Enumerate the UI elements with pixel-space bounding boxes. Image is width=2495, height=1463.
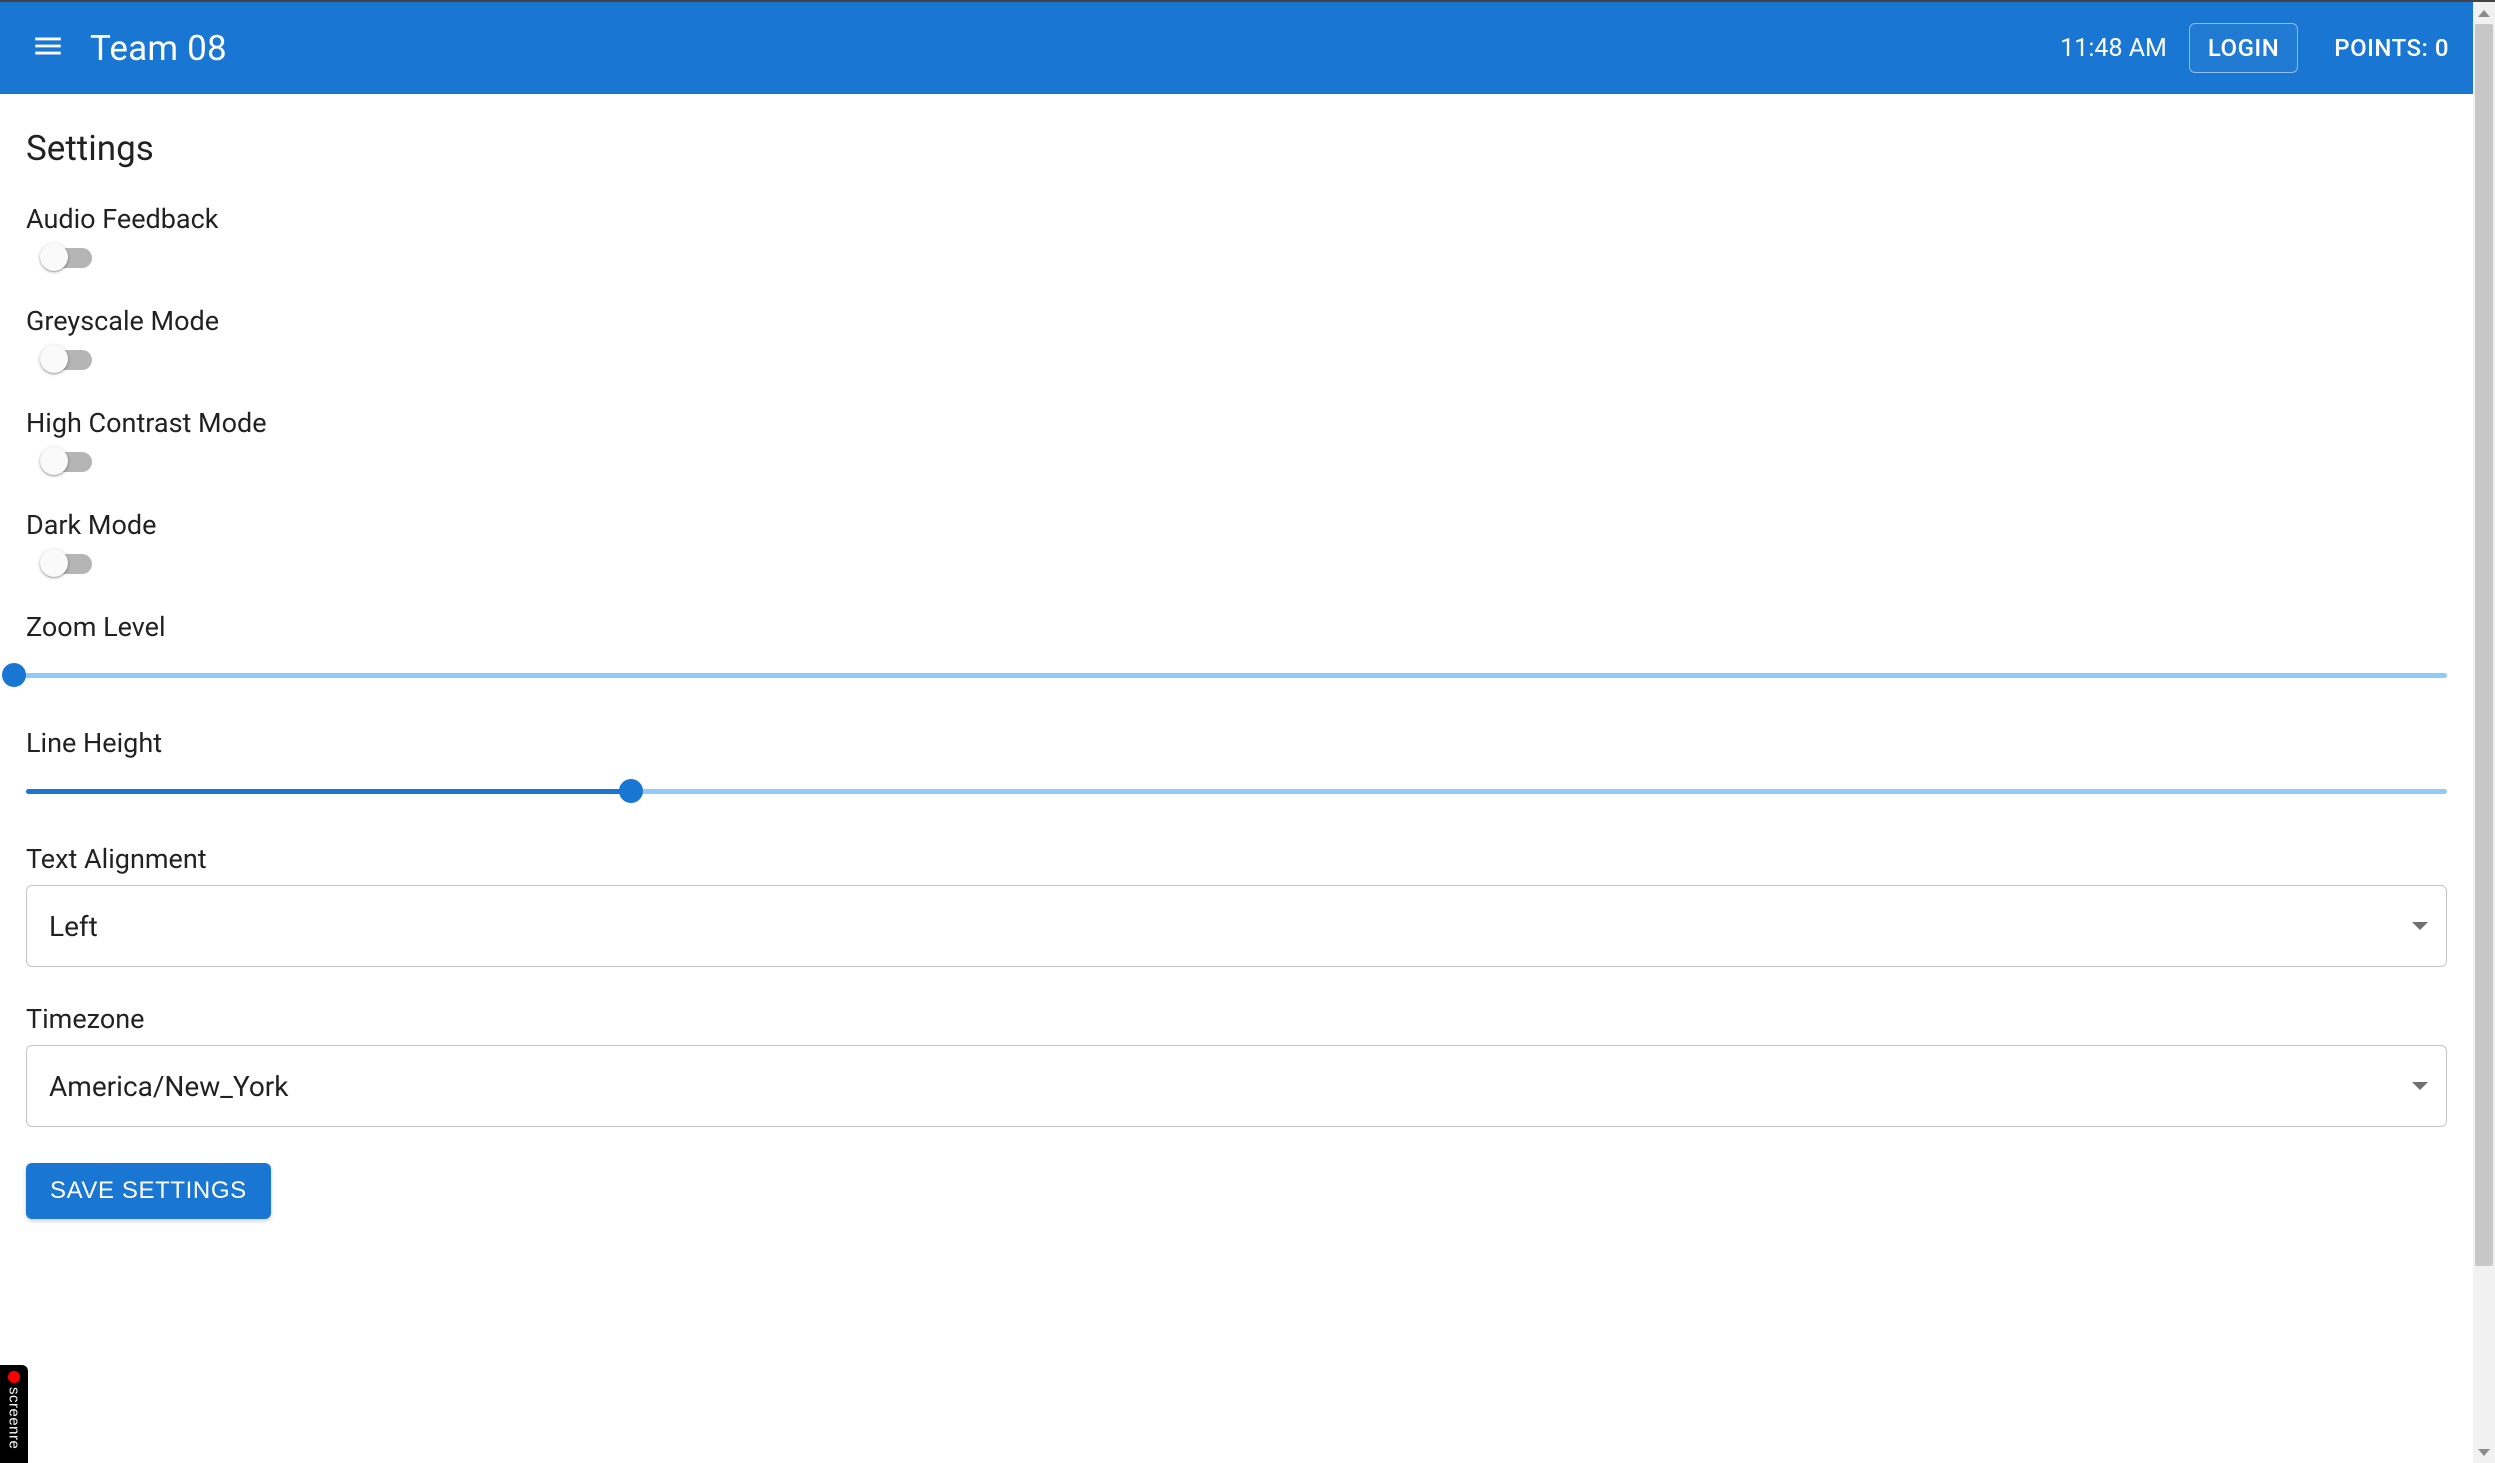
select-value: America/New_York (49, 1070, 288, 1103)
line-height-slider[interactable] (26, 777, 2447, 807)
menu-button[interactable] (24, 24, 72, 72)
record-icon (8, 1371, 20, 1383)
setting-text-alignment: Text Alignment Left (26, 843, 2447, 967)
setting-label: Zoom Level (26, 611, 2447, 643)
setting-dark-mode: Dark Mode (26, 509, 2447, 575)
scroll-down-button[interactable] (2473, 1441, 2495, 1463)
slider-thumb[interactable] (619, 779, 643, 803)
high-contrast-mode-switch[interactable] (40, 449, 98, 473)
setting-audio-feedback: Audio Feedback (26, 203, 2447, 269)
setting-high-contrast-mode: High Contrast Mode (26, 407, 2447, 473)
setting-label: High Contrast Mode (26, 407, 2447, 439)
settings-content: Settings Audio Feedback Greyscale Mode H… (0, 94, 2473, 1259)
dark-mode-switch[interactable] (40, 551, 98, 575)
setting-greyscale-mode: Greyscale Mode (26, 305, 2447, 371)
scrollbar-thumb[interactable] (2475, 24, 2493, 1266)
greyscale-mode-switch[interactable] (40, 347, 98, 371)
app-title: Team 08 (90, 28, 227, 69)
zoom-level-slider[interactable] (14, 661, 2447, 691)
screen-recorder-label: screenre (6, 1387, 23, 1449)
points-label: POINTS: 0 (2334, 34, 2449, 62)
setting-timezone: Timezone America/New_York (26, 1003, 2447, 1127)
select-value: Left (49, 910, 98, 943)
timezone-select[interactable]: America/New_York (26, 1045, 2447, 1127)
login-button[interactable]: LOGIN (2189, 23, 2298, 73)
setting-zoom-level: Zoom Level (26, 611, 2447, 691)
setting-label: Greyscale Mode (26, 305, 2447, 337)
setting-line-height: Line Height (26, 727, 2447, 807)
setting-label: Dark Mode (26, 509, 2447, 541)
chevron-down-icon (2412, 1082, 2428, 1090)
scroll-up-button[interactable] (2473, 2, 2495, 24)
chevron-down-icon (2412, 922, 2428, 930)
save-settings-button[interactable]: SAVE SETTINGS (26, 1163, 271, 1219)
setting-label: Audio Feedback (26, 203, 2447, 235)
page-title: Settings (26, 128, 2447, 169)
text-alignment-select[interactable]: Left (26, 885, 2447, 967)
screen-recorder-badge[interactable]: screenre (0, 1365, 28, 1463)
audio-feedback-switch[interactable] (40, 245, 98, 269)
setting-label: Text Alignment (26, 843, 2447, 875)
vertical-scrollbar[interactable] (2473, 2, 2495, 1463)
clock: 11:48 AM (2060, 34, 2167, 63)
app-bar: Team 08 11:48 AM LOGIN POINTS: 0 (0, 2, 2473, 94)
setting-label: Line Height (26, 727, 2447, 759)
slider-thumb[interactable] (2, 663, 26, 687)
setting-label: Timezone (26, 1003, 2447, 1035)
menu-icon (31, 29, 65, 67)
